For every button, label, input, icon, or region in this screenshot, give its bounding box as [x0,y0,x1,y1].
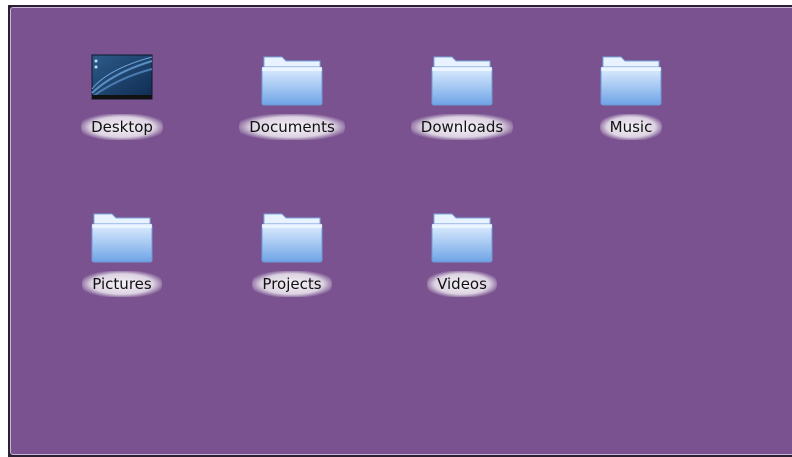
folder-item-documents[interactable]: Documents [217,53,367,163]
item-label: Documents [217,114,367,140]
folder-icon [258,210,326,266]
folder-icon [597,53,665,109]
folder-icon [428,210,496,266]
folder-item-projects[interactable]: Projects [217,210,367,320]
folder-item-videos[interactable]: Videos [387,210,537,320]
icon-grid: Desktop Documents Downloads Music Pictur… [11,8,792,454]
folder-item-music[interactable]: Music [556,53,706,163]
item-label: Videos [387,271,537,297]
folder-icon [88,210,156,266]
item-label: Music [556,114,706,140]
folder-icon [258,53,326,109]
folder-icon [428,53,496,109]
item-label: Desktop [47,114,197,140]
folder-item-pictures[interactable]: Pictures [47,210,197,320]
item-label: Downloads [387,114,537,140]
folder-item-downloads[interactable]: Downloads [387,53,537,163]
item-label: Projects [217,271,367,297]
item-label: Pictures [47,271,197,297]
desktop-thumbnail-icon [88,53,156,109]
desktop-item-desktop[interactable]: Desktop [47,53,197,163]
desktop-area[interactable]: Desktop Documents Downloads Music Pictur… [10,7,792,455]
